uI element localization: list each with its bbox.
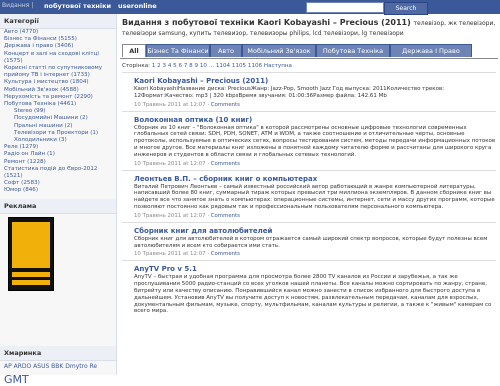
breadcrumb-home[interactable]: Видання | [2, 2, 33, 9]
category-link[interactable]: Софт (2583) [0, 180, 116, 187]
page-title: Видання з побутової техніки Kaori Kobaya… [122, 18, 498, 38]
post-date: 10 Травень 2011 at 12:07 [134, 251, 206, 258]
comments-link[interactable]: Comments [211, 102, 240, 108]
pagination-links[interactable]: 1 2 3 4 5 6 7 8 9 10 ... 1104 1105 1106 … [152, 63, 292, 69]
tab-state-law[interactable]: Держава І Право [390, 44, 472, 57]
pagination-label: Сторінка: [122, 63, 151, 69]
post-body: AnyTV – быстрая и удобная программа для … [134, 274, 492, 315]
category-link[interactable]: Юмор (846) [0, 187, 116, 194]
post-meta: 10 Травень 2011 at 12:07 · Comments [134, 101, 240, 108]
post-title-link[interactable]: Волоконная оптика (10 книг) [134, 115, 496, 125]
category-link[interactable]: Холодильники (3) [0, 137, 116, 144]
post-item: Kaori Kobayashi – Precious (2011) Kaori K… [122, 72, 496, 111]
pagination: Сторінка: 1 2 3 4 5 6 7 8 9 10 ... 1104 … [122, 63, 292, 69]
post-item: AnyTV Pro v 5.1 AnyTV – быстрая и удобная… [122, 260, 496, 318]
category-link[interactable]: Побутова Техніка (4461) [0, 101, 116, 108]
post-item: Леонтьев В.П. – сборник книг о компьютер… [122, 169, 496, 222]
post-body: Виталий Петрович Леонтьев – самый извест… [134, 183, 495, 210]
post-meta: 10 Травень 2011 at 12:07 · Comments [134, 212, 240, 219]
tab-all[interactable]: All [122, 44, 146, 57]
sidebar: Категорії Авто (4770) Бізнес та Фінанси (… [0, 14, 117, 386]
category-link[interactable]: Посудомийні Машини (2) [0, 115, 116, 122]
breadcrumb-current[interactable]: побутової техніки [44, 2, 111, 10]
category-link[interactable]: Нерухомість та ремонт (2290) [0, 94, 116, 101]
main-content: Видання з побутової техніки Kaori Kobaya… [120, 14, 498, 375]
post-item: Волоконная оптика (10 книг) Сборник из 10… [122, 110, 496, 170]
category-link[interactable]: Пральні машини (2) [0, 123, 116, 130]
breadcrumb-user[interactable]: useronline [118, 2, 157, 10]
post-body: Сборник из 10 книг – "Волоконная оптика"… [134, 124, 496, 158]
comments-link[interactable]: Comments [211, 251, 240, 257]
post-meta: 10 Травень 2011 at 12:07 · Comments [134, 160, 240, 167]
ad-stripe [12, 271, 50, 277]
post-date: 10 Травень 2011 at 12:07 [134, 101, 206, 108]
post-title-link[interactable]: Сборник книг для автолюбителей [134, 226, 496, 236]
post-list: Kaori Kobayashi – Precious (2011) Kaori K… [122, 72, 496, 318]
tab-auto[interactable]: Авто [210, 44, 242, 57]
category-link[interactable]: Авто (4770) [0, 29, 116, 36]
post-title-link[interactable]: AnyTV Pro v 5.1 [134, 264, 496, 274]
category-link[interactable]: Культура і мистецтво (1804) [0, 79, 116, 86]
post-date: 10 Травень 2011 at 12:07 [134, 160, 206, 167]
ads-header: Реклама [0, 198, 116, 214]
category-link[interactable]: Держава і право (3406) [0, 43, 116, 50]
brands-header: Хмаринка [0, 346, 116, 361]
tab-appliances[interactable]: Побутова Техніка [316, 44, 390, 57]
category-link[interactable]: Телевізори та Проектори (1) [0, 130, 116, 137]
post-title-link[interactable]: Kaori Kobayashi – Precious (2011) [134, 76, 496, 86]
post-title-link[interactable]: Леонтьев В.П. – сборник книг о компьютер… [134, 174, 496, 184]
comments-link[interactable]: Comments [211, 161, 240, 167]
categories-header: Категорії [0, 14, 116, 29]
category-link[interactable]: Радіо он Лайн (1) [0, 151, 116, 158]
comments-link[interactable]: Comments [211, 213, 240, 219]
ad-stripe-2 [12, 279, 50, 285]
brand-cloud[interactable]: AP ARDO ASUS BBK Dmytro Re [0, 361, 116, 373]
category-link[interactable]: Мобільний Зв'язок (4588) [0, 87, 116, 94]
advertisement-banner[interactable] [8, 216, 54, 291]
tab-mobile[interactable]: Мобільний Зв'язок [242, 44, 316, 57]
ad-graphic [12, 221, 50, 268]
tab-bar: All Бізнес Та Фінанси Авто Мобільний Зв'… [120, 44, 498, 59]
category-link[interactable]: Статистика подій до Євро-2012 (1521) [0, 166, 116, 180]
post-item: Сборник книг для автолюбителей Сборник кн… [122, 221, 496, 261]
category-link[interactable]: Ремонт (1228) [0, 159, 116, 166]
category-link[interactable]: Корисні статті по супутниковому прийому … [0, 65, 116, 79]
post-body: Сборник книг для автолюбителей в котором… [134, 235, 488, 249]
top-bar: Видання | побутової техніки useronline S… [0, 0, 500, 15]
category-link[interactable]: Бізнес та Фінанси (5155) [0, 36, 116, 43]
category-list: Авто (4770) Бізнес та Фінанси (5155) Держа… [0, 29, 116, 195]
page-title-main: Видання з побутової техніки Kaori Kobaya… [122, 18, 411, 27]
post-date: 10 Травень 2011 at 12:07 [134, 212, 206, 219]
post-body: Kaori KobayashiНазвание диска: PreciousЖ… [134, 86, 445, 99]
tab-business[interactable]: Бізнес Та Фінанси [146, 44, 210, 57]
category-link[interactable]: Концерт в залі на сходові клітці (1575) [0, 51, 116, 65]
post-meta: 10 Травень 2011 at 12:07 · Comments [134, 251, 240, 258]
search-input[interactable] [306, 2, 384, 13]
